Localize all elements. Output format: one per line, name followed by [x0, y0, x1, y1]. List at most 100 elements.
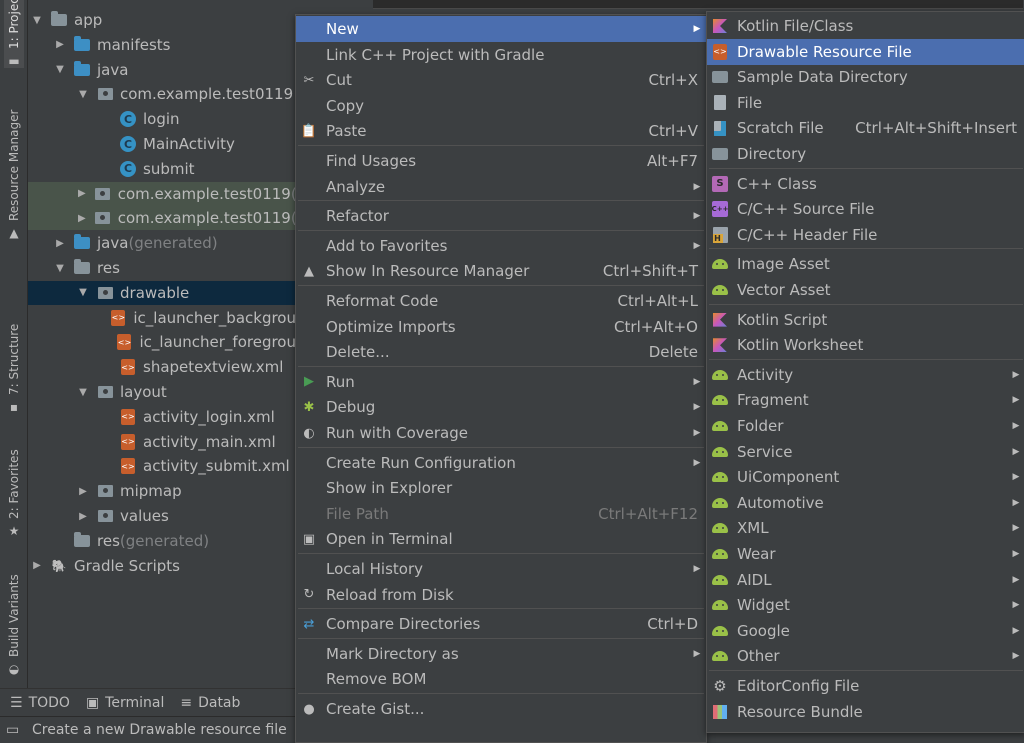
structure-tab[interactable]: ▪ 7: Structure — [4, 318, 24, 414]
menu-item[interactable]: Kotlin File/Class — [707, 13, 1024, 39]
expanded-arrow-icon[interactable]: ▼ — [55, 64, 65, 75]
tree-row[interactable]: ▼ layout — [28, 380, 296, 404]
expanded-arrow-icon[interactable]: ▼ — [78, 89, 88, 100]
tree-row[interactable]: ▼ app — [28, 8, 296, 32]
database-tool-button[interactable]: ≡ Datab — [180, 695, 240, 711]
expanded-arrow-icon[interactable]: ▼ — [32, 15, 42, 26]
tree-row[interactable]: ▶com.example.test0119 (te — [28, 206, 296, 231]
tree-row[interactable]: res (generated) — [28, 529, 296, 553]
menu-item[interactable]: ↻ Reload from Disk — [296, 582, 706, 608]
menu-item[interactable]: Service ▶ — [707, 439, 1024, 465]
tree-row[interactable]: <> activity_login.xml — [28, 405, 296, 429]
collapsed-arrow-icon[interactable]: ▶ — [78, 213, 86, 224]
menu-item-label: Resource Bundle — [737, 702, 863, 721]
tree-row[interactable]: ▶ mipmap — [28, 479, 296, 503]
menu-item[interactable]: Scratch File Ctrl+Alt+Shift+Insert — [707, 115, 1024, 141]
menu-item[interactable]: Find Usages Alt+F7 — [296, 148, 706, 174]
menu-item[interactable]: Refactor ▶ — [296, 203, 706, 229]
menu-item[interactable]: Kotlin Worksheet — [707, 332, 1024, 358]
tree-row[interactable]: ▼ drawable — [28, 280, 296, 305]
tree-row[interactable]: Clogin — [28, 107, 296, 131]
menu-item[interactable]: ⚙ EditorConfig File — [707, 673, 1024, 699]
todo-tool-button[interactable]: ☰ TODO — [10, 695, 70, 711]
tree-row[interactable]: ▶ java (generated) — [28, 231, 296, 255]
tree-row[interactable]: ▶ values — [28, 504, 296, 528]
collapsed-arrow-icon[interactable]: ▶ — [78, 188, 86, 199]
menu-item[interactable]: Remove BOM — [296, 666, 706, 692]
menu-item[interactable]: ▲ Show In Resource Manager Ctrl+Shift+T — [296, 258, 706, 284]
collapsed-arrow-icon[interactable]: ▶ — [78, 511, 88, 522]
menu-item[interactable]: Folder ▶ — [707, 413, 1024, 439]
menu-item[interactable]: 📋 Paste Ctrl+V — [296, 118, 706, 144]
resource-manager-tab[interactable]: ▲ Resource Manager — [4, 100, 24, 240]
tree-row[interactable]: <> shapetextview.xml — [28, 355, 296, 379]
menu-item[interactable]: Show in Explorer — [296, 475, 706, 501]
tree-row[interactable]: ▶com.example.test0119 (a — [28, 181, 296, 206]
menu-item[interactable]: File — [707, 90, 1024, 116]
menu-item[interactable]: New ▶ — [296, 16, 706, 42]
menu-item[interactable]: Analyze ▶ — [296, 174, 706, 200]
menu-item[interactable]: UiComponent ▶ — [707, 464, 1024, 490]
menu-item[interactable]: Activity ▶ — [707, 362, 1024, 388]
tree-row[interactable]: ▶ manifests — [28, 33, 296, 57]
menu-item[interactable]: Widget ▶ — [707, 592, 1024, 618]
expanded-arrow-icon[interactable]: ▼ — [55, 263, 65, 274]
menu-item[interactable]: Local History ▶ — [296, 556, 706, 582]
menu-item[interactable]: Delete... Delete — [296, 339, 706, 365]
menu-item[interactable]: Kotlin Script — [707, 307, 1024, 333]
tree-row[interactable]: ▼ java — [28, 58, 296, 82]
menu-item[interactable]: Sample Data Directory — [707, 64, 1024, 90]
terminal-tool-button[interactable]: ▣ Terminal — [86, 695, 164, 711]
tree-row[interactable]: ▶ 🐘 Gradle Scripts — [28, 554, 296, 578]
menu-item[interactable]: ▶ Run ▶ — [296, 369, 706, 395]
menu-item[interactable]: Google ▶ — [707, 618, 1024, 644]
menu-item[interactable]: Vector Asset — [707, 277, 1024, 303]
menu-item[interactable]: ⇄ Compare Directories Ctrl+D — [296, 611, 706, 637]
tree-row[interactable]: ▼ res — [28, 256, 296, 280]
menu-item[interactable]: C++ C/C++ Source File — [707, 196, 1024, 222]
menu-item[interactable]: ▣ Open in Terminal — [296, 526, 706, 552]
tree-row[interactable]: <> ic_launcher_backgrou — [28, 306, 296, 330]
menu-item[interactable]: ✂ Cut Ctrl+X — [296, 67, 706, 93]
tree-row[interactable]: <> activity_main.xml — [28, 430, 296, 454]
expanded-arrow-icon[interactable]: ▼ — [78, 387, 88, 398]
collapsed-arrow-icon[interactable]: ▶ — [55, 238, 65, 249]
menu-item[interactable]: Resource Bundle — [707, 699, 1024, 725]
menu-item[interactable]: Optimize Imports Ctrl+Alt+O — [296, 314, 706, 340]
menu-item[interactable]: Wear ▶ — [707, 541, 1024, 567]
menu-item[interactable]: ◐ Run with Coverage ▶ — [296, 420, 706, 446]
collapsed-arrow-icon[interactable]: ▶ — [32, 560, 42, 571]
menu-item[interactable]: ✱ Debug ▶ — [296, 394, 706, 420]
menu-item[interactable]: Reformat Code Ctrl+Alt+L — [296, 288, 706, 314]
menu-item[interactable]: Fragment ▶ — [707, 387, 1024, 413]
menu-item[interactable]: <> Drawable Resource File — [707, 38, 1024, 65]
menu-item[interactable]: Mark Directory as ▶ — [296, 641, 706, 667]
menu-item[interactable]: ● Create Gist... — [296, 696, 706, 722]
tree-row[interactable]: Csubmit — [28, 157, 296, 181]
menu-item[interactable]: H C/C++ Header File — [707, 222, 1024, 248]
collapsed-arrow-icon[interactable]: ▶ — [78, 486, 88, 497]
collapsed-arrow-icon[interactable]: ▶ — [55, 39, 65, 50]
menu-item[interactable]: Create Run Configuration ▶ — [296, 450, 706, 476]
menu-item[interactable]: S C++ Class — [707, 171, 1024, 197]
menu-item[interactable]: Link C++ Project with Gradle — [296, 42, 706, 68]
menu-item[interactable]: Directory — [707, 141, 1024, 167]
favorites-tab[interactable]: ★ 2: Favorites — [4, 446, 24, 538]
menu-item[interactable]: Copy — [296, 93, 706, 119]
tree-row[interactable]: C MainActivity — [28, 132, 296, 156]
menu-item[interactable]: AIDL ▶ — [707, 567, 1024, 593]
tree-label: java — [97, 234, 129, 253]
menu-item[interactable]: Other ▶ — [707, 643, 1024, 669]
expanded-arrow-icon[interactable]: ▼ — [78, 287, 88, 298]
build-variants-tab[interactable]: ◒ Build Variants — [4, 566, 24, 676]
project-tool-tab[interactable]: ▬ 1: Project — [4, 0, 24, 68]
tree-label: mipmap — [120, 482, 182, 501]
menu-item[interactable]: Automotive ▶ — [707, 490, 1024, 516]
tree-row[interactable]: <> ic_launcher_foregrou — [28, 330, 296, 354]
menu-item[interactable]: Image Asset — [707, 251, 1024, 277]
submenu-arrow-icon: ▶ — [1012, 600, 1020, 611]
tree-row[interactable]: <> activity_submit.xml — [28, 454, 296, 478]
tree-row[interactable]: ▼ com.example.test0119 — [28, 82, 296, 106]
menu-item[interactable]: XML ▶ — [707, 515, 1024, 541]
menu-item[interactable]: Add to Favorites ▶ — [296, 233, 706, 259]
